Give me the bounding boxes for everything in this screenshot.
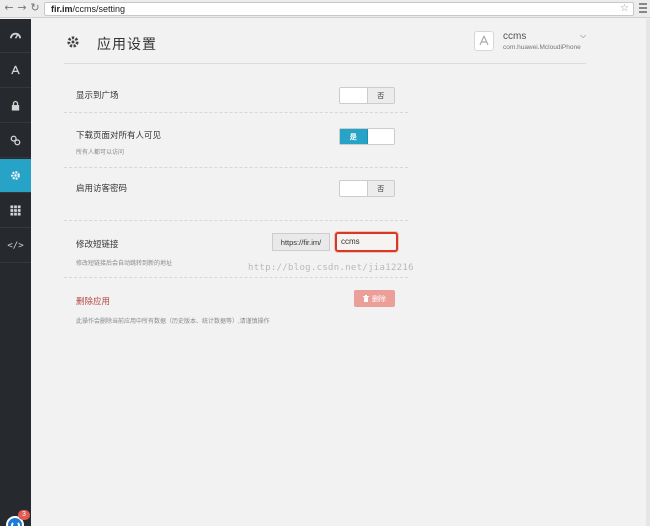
show-square-toggle[interactable]: 否 — [339, 87, 395, 104]
sidebar-item-links[interactable] — [0, 124, 31, 158]
chevron-down-icon[interactable]: ⌵ — [580, 31, 586, 41]
code-icon: </> — [7, 240, 24, 251]
sidebar: </> 3 — [0, 19, 31, 526]
dashboard-icon — [10, 32, 21, 39]
page-title: 应用设置 — [97, 36, 157, 52]
setting-show-square: 显示到广场 否 — [64, 80, 408, 113]
sidebar-item-dashboard[interactable] — [0, 19, 31, 53]
toggle-state: 否 — [366, 88, 394, 103]
setting-hint: 修改短链接后会自动跳转到新的地址 — [76, 261, 173, 267]
browser-toolbar: ← → ↻ fir.im/ccms/setting ☆ — [0, 0, 650, 18]
lock-icon — [11, 100, 20, 111]
setting-label: 显示到广场 — [76, 90, 119, 100]
download-public-toggle[interactable]: 是 — [339, 128, 395, 145]
delete-app-button[interactable]: 删除 — [354, 290, 395, 307]
address-url: fir.im/ccms/setting — [51, 4, 126, 14]
toggle-blank — [340, 181, 367, 196]
sidebar-item-code[interactable]: </> — [0, 229, 31, 263]
short-link-input[interactable]: ccms — [335, 232, 398, 252]
scrollbar-track[interactable] — [646, 19, 650, 526]
app-avatar — [474, 31, 494, 51]
setting-delete-app: 删除应用 此操作会删除当前应用中所有数据（历史版本、统计数据等）,请谨慎操作 删… — [64, 278, 408, 328]
app-bundle-id: com.huawei.McloudiPhone — [503, 44, 581, 51]
guest-password-toggle[interactable]: 否 — [339, 180, 395, 197]
delete-button-label: 删除 — [372, 295, 386, 303]
sidebar-item-settings[interactable] — [0, 159, 31, 193]
page-header: 应用设置 ccms com.huawei.McloudiPhone ⌵ — [64, 26, 586, 64]
app-switcher[interactable]: ccms com.huawei.McloudiPhone ⌵ — [474, 29, 586, 59]
sidebar-item-security[interactable] — [0, 89, 31, 123]
reload-icon[interactable]: ↻ — [29, 2, 41, 14]
setting-hint: 所有人都可以访问 — [76, 150, 125, 156]
app-name: ccms — [503, 31, 527, 42]
browser-menu-icon[interactable] — [639, 3, 647, 13]
setting-label: 下载页面对所有人可见 — [76, 130, 162, 140]
sidebar-item-integrations[interactable] — [0, 194, 31, 228]
forward-icon[interactable]: → — [16, 2, 28, 14]
app-logo-icon — [479, 35, 489, 46]
short-link-prefix: https://fir.im/ — [272, 233, 330, 251]
help-widget[interactable]: 3 — [6, 510, 30, 526]
bookmark-star-icon[interactable]: ☆ — [620, 3, 629, 14]
setting-label: 启用访客密码 — [76, 183, 128, 193]
setting-label: 删除应用 — [76, 296, 111, 306]
setting-label: 修改短链接 — [76, 239, 119, 249]
grid-icon — [10, 205, 21, 216]
toggle-blank — [368, 129, 395, 144]
sidebar-item-apps[interactable] — [0, 54, 31, 88]
toggle-state: 是 — [340, 129, 368, 144]
setting-download-public: 下载页面对所有人可见 所有人都可以访问 是 — [64, 113, 408, 168]
address-bar[interactable]: fir.im/ccms/setting ☆ — [44, 2, 634, 16]
back-icon[interactable]: ← — [3, 2, 15, 14]
setting-hint: 此操作会删除当前应用中所有数据（历史版本、统计数据等）,请谨慎操作 — [76, 319, 270, 325]
gear-icon — [67, 36, 79, 48]
link-icon — [10, 135, 21, 146]
toggle-state: 否 — [366, 181, 394, 196]
notification-badge: 3 — [18, 510, 30, 520]
app-icon — [11, 65, 20, 75]
toggle-blank — [340, 88, 367, 103]
gear-icon — [11, 171, 20, 180]
setting-guest-password: 启用访客密码 否 — [64, 168, 408, 221]
trash-icon — [363, 295, 369, 302]
watermark: http://blog.csdn.net/jia12216 — [248, 263, 414, 273]
